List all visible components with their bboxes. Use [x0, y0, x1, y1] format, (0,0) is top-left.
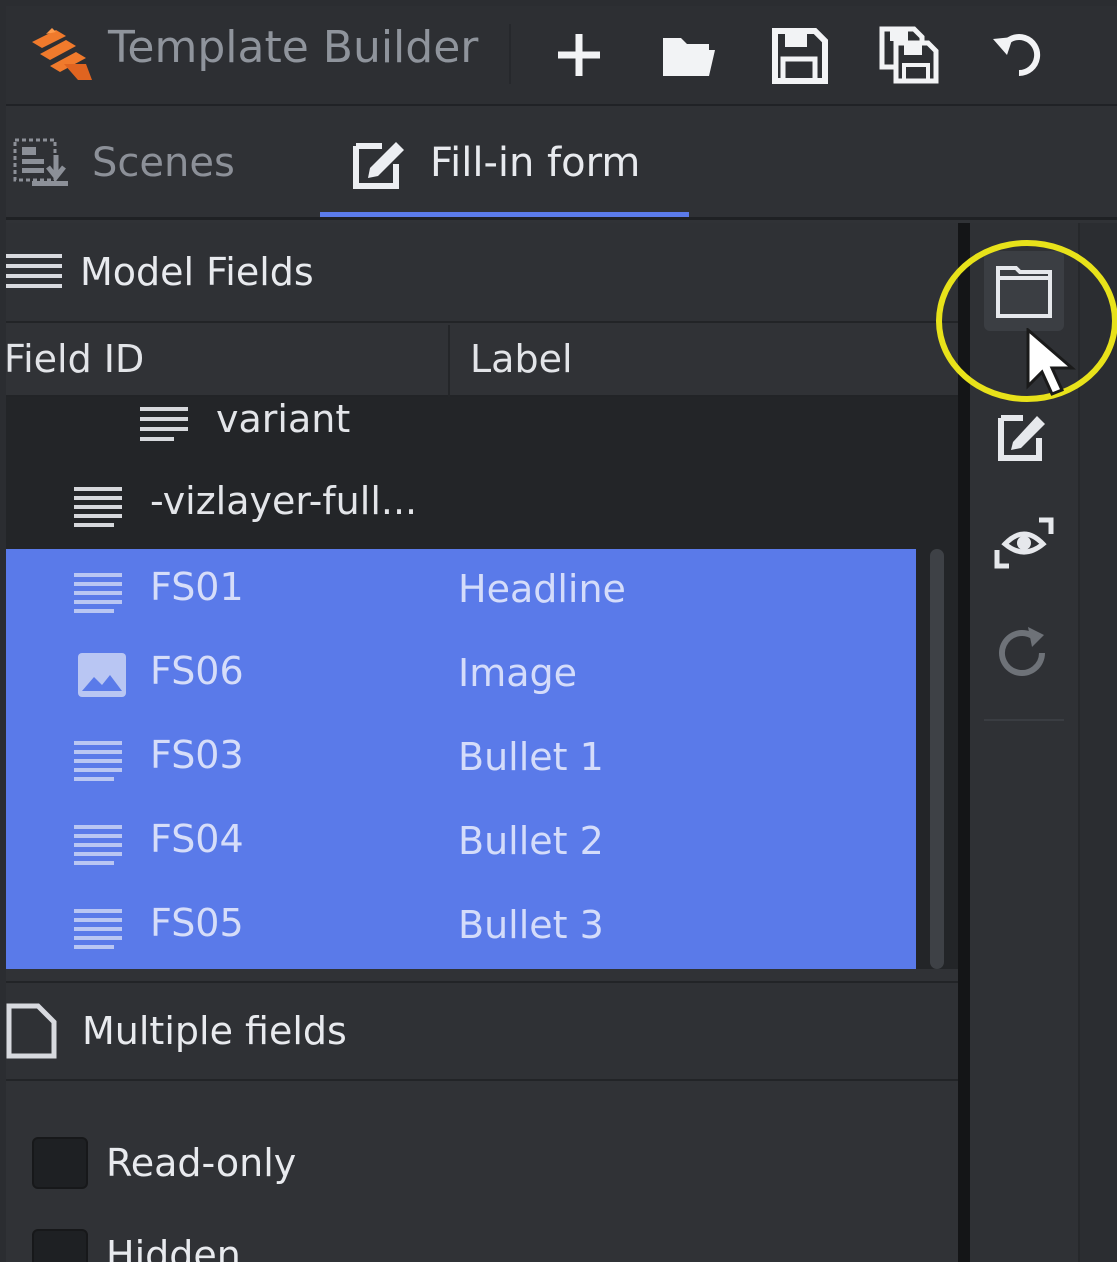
template-builder-window: Template Builder Scenes Fill-in form Mod… [6, 6, 1117, 1262]
field-label: Bullet 3 [458, 903, 604, 947]
field-label: Bullet 2 [458, 819, 604, 863]
model-fields-list: variant -vizlayer-full... FS01 Headline … [6, 397, 958, 969]
list-item[interactable]: FS03 Bullet 1 [6, 717, 916, 801]
field-id: FS05 [150, 901, 244, 945]
field-id: FS03 [150, 733, 244, 777]
save-button[interactable] [764, 20, 834, 90]
tab-scenes[interactable]: Scenes [12, 106, 235, 220]
plus-icon [558, 34, 600, 76]
model-fields-header[interactable]: Model Fields [6, 223, 958, 323]
side-toolbar-separator [984, 719, 1064, 721]
new-button[interactable] [544, 20, 614, 90]
field-id: FS01 [150, 565, 244, 609]
panel-splitter[interactable] [958, 223, 970, 1262]
list-scrollbar-thumb[interactable] [930, 549, 944, 969]
text-lines-icon [74, 825, 122, 865]
side-toolbar [970, 223, 1078, 1262]
undo-button[interactable] [984, 20, 1054, 90]
right-edge-panel [1078, 223, 1117, 1262]
scenes-icon [13, 138, 68, 186]
model-fields-title: Model Fields [80, 250, 314, 294]
read-only-option[interactable]: Read-only [32, 1137, 296, 1189]
list-item[interactable]: FS01 Headline [6, 549, 916, 633]
list-item[interactable]: FS04 Bullet 2 [6, 801, 916, 885]
multiple-fields-title: Multiple fields [82, 1009, 347, 1053]
preview-button[interactable] [984, 503, 1064, 583]
refresh-icon [999, 627, 1045, 676]
read-only-label: Read-only [106, 1141, 297, 1185]
list-item[interactable]: FS06 Image [6, 633, 916, 717]
tab-scenes-label: Scenes [92, 140, 235, 186]
text-lines-icon [140, 407, 188, 441]
fill-in-form-panel: Model Fields Field ID Label variant -viz… [6, 223, 958, 1262]
text-lines-icon [74, 487, 122, 527]
panel-icon [996, 266, 1052, 318]
save-as-button[interactable] [874, 20, 944, 90]
field-label: Headline [458, 567, 626, 611]
top-toolbar: Template Builder [6, 6, 1117, 106]
save-as-icon [879, 26, 939, 84]
tab-bar: Scenes Fill-in form [6, 106, 1117, 220]
list-icon [6, 254, 62, 288]
text-lines-icon [74, 573, 122, 613]
column-field-id[interactable]: Field ID [6, 337, 144, 381]
edit-icon [998, 415, 1045, 461]
field-label: Bullet 1 [458, 735, 604, 779]
hidden-option[interactable]: Hidden [32, 1229, 241, 1262]
field-id: -vizlayer-full... [150, 479, 418, 523]
column-divider[interactable] [448, 325, 450, 397]
list-item[interactable]: -vizlayer-full... [6, 463, 916, 547]
hidden-checkbox[interactable] [32, 1229, 88, 1262]
edit-form-icon [353, 142, 404, 189]
document-icon [6, 1003, 57, 1059]
panel-button[interactable] [984, 251, 1064, 331]
read-only-checkbox[interactable] [32, 1137, 88, 1189]
multiple-fields-header[interactable]: Multiple fields [6, 981, 958, 1081]
table-column-header: Field ID Label [6, 325, 958, 397]
image-icon [78, 653, 126, 697]
toolbar-separator [509, 24, 511, 84]
text-lines-icon [74, 909, 122, 949]
open-button[interactable] [654, 20, 724, 90]
tab-fill-in-form-label: Fill-in form [430, 140, 641, 186]
text-lines-icon [74, 741, 122, 781]
field-id: FS06 [150, 649, 244, 693]
field-label: Image [458, 651, 578, 695]
open-folder-icon [663, 38, 715, 76]
list-item[interactable]: FS05 Bullet 3 [6, 885, 916, 969]
active-tab-indicator [320, 212, 689, 217]
field-id: variant [216, 397, 351, 441]
edit-button[interactable] [984, 395, 1064, 475]
column-label[interactable]: Label [470, 337, 573, 381]
refresh-button[interactable] [984, 613, 1064, 693]
template-builder-logo-icon [32, 28, 92, 80]
save-icon [772, 28, 828, 84]
app-title: Template Builder [108, 22, 479, 73]
hidden-label: Hidden [106, 1233, 241, 1262]
list-item[interactable]: variant [6, 397, 916, 465]
tab-fill-in-form[interactable]: Fill-in form [352, 106, 640, 220]
preview-icon [994, 517, 1054, 569]
field-id: FS04 [150, 817, 244, 861]
undo-icon [993, 34, 1041, 77]
